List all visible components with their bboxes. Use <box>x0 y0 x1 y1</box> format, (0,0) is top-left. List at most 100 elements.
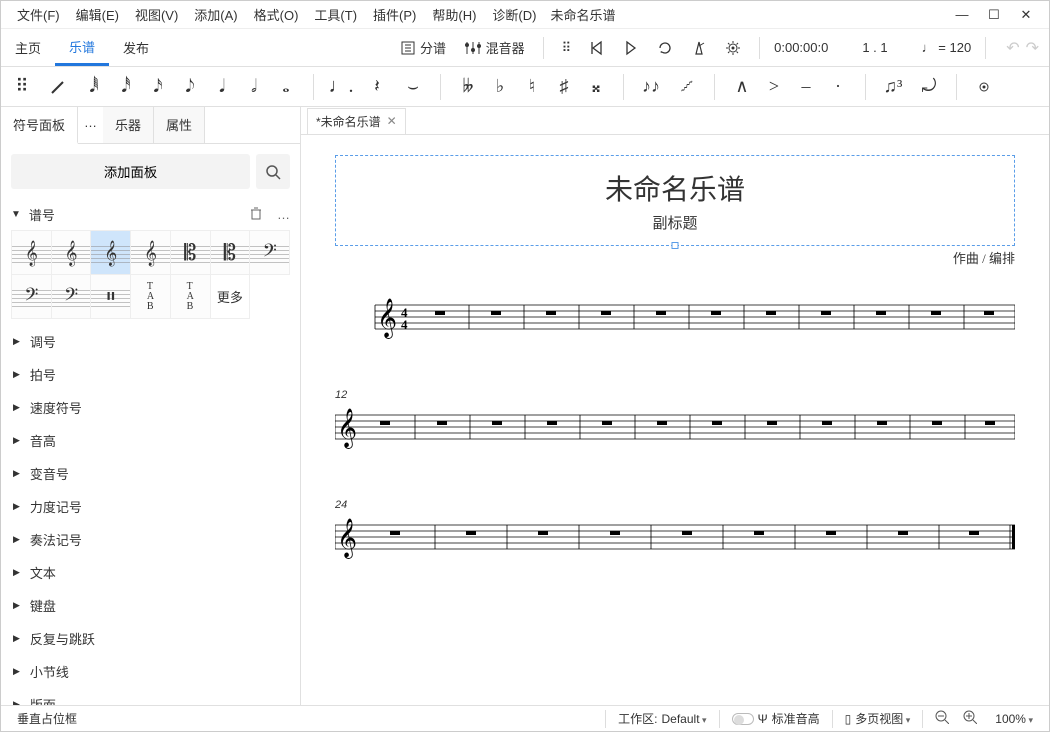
menu-file[interactable]: 文件(F) <box>9 1 68 28</box>
zoom-out-button[interactable] <box>935 710 949 727</box>
clef-treble-8va[interactable]: 𝄞 <box>52 231 92 275</box>
flat-button[interactable]: ♭ <box>485 72 515 102</box>
zoom-level[interactable]: 100% <box>995 712 1033 726</box>
clef-tenor[interactable]: 𝄡 <box>211 231 251 275</box>
flip-button[interactable]: ⤾ <box>914 72 944 102</box>
close-tab-button[interactable]: ✕ <box>387 114 397 128</box>
category-dynamics[interactable]: ▶力度记号 <box>1 490 300 523</box>
playback-settings-button[interactable] <box>721 36 745 60</box>
menu-help[interactable]: 帮助(H) <box>424 1 484 28</box>
toolbar-settings-button[interactable] <box>969 72 999 102</box>
close-button[interactable]: ✕ <box>1019 7 1033 23</box>
zoom-in-button[interactable] <box>963 710 977 727</box>
flip-direction-button[interactable]: ♪♪ <box>636 72 666 102</box>
duration-whole[interactable]: 𝅝 <box>271 72 301 102</box>
accent-button[interactable]: > <box>759 72 789 102</box>
menu-tools[interactable]: 工具(T) <box>306 1 365 28</box>
category-pitch[interactable]: ▶音高 <box>1 424 300 457</box>
concert-pitch-toggle[interactable]: Ψ 标准音高 <box>724 710 828 727</box>
minimize-button[interactable]: — <box>955 7 969 23</box>
category-key-signature[interactable]: ▶调号 <box>1 325 300 358</box>
category-keyboard[interactable]: ▶键盘 <box>1 589 300 622</box>
clef-bass-15[interactable]: 𝄢 <box>52 275 92 319</box>
clef-bass-8vb[interactable]: 𝄢 <box>12 275 52 319</box>
clef-bass[interactable]: 𝄢 <box>250 231 290 275</box>
delete-section-button[interactable] <box>249 206 263 223</box>
tenuto-button[interactable]: – <box>791 72 821 102</box>
section-clef-header[interactable]: ▼ 谱号 … <box>1 199 300 230</box>
grab-handle-icon[interactable]: ⠿ <box>7 72 37 102</box>
resize-handle[interactable] <box>672 242 679 249</box>
category-layout[interactable]: ▶版面 <box>1 688 300 705</box>
parts-button[interactable]: 分谱 <box>396 34 450 61</box>
tab-score[interactable]: 乐谱 <box>55 29 109 66</box>
category-repeats[interactable]: ▶反复与跳跃 <box>1 622 300 655</box>
staff-system-1[interactable]: 𝄞 4 4 <box>335 295 1015 345</box>
add-panel-button[interactable]: 添加面板 <box>11 154 250 189</box>
score-subtitle[interactable]: 副标题 <box>348 212 1002 233</box>
redo-button[interactable]: ↷ <box>1026 38 1039 58</box>
slur-button[interactable]: 𝆱 <box>672 72 702 102</box>
menu-view[interactable]: 视图(V) <box>127 1 186 28</box>
grab-handle-icon[interactable]: ⠿ <box>558 36 576 60</box>
menu-add[interactable]: 添加(A) <box>186 1 245 28</box>
marcato-button[interactable]: ∧ <box>727 72 757 102</box>
score-title[interactable]: 未命名乐谱 <box>348 168 1002 208</box>
clef-percussion[interactable]: 𝄥 <box>91 275 131 319</box>
clef-alto[interactable]: 𝄡 <box>171 231 211 275</box>
sidebar-tab-instruments[interactable]: 乐器 <box>103 107 154 143</box>
rest-button[interactable]: 𝄽 <box>362 72 392 102</box>
workspace-selector[interactable]: 工作区: Default <box>610 710 714 727</box>
menu-edit[interactable]: 编辑(E) <box>68 1 127 28</box>
clef-treble-15[interactable]: 𝄞 <box>131 231 171 275</box>
tuplet-button[interactable]: ♫³ <box>878 72 908 102</box>
category-text[interactable]: ▶文本 <box>1 556 300 589</box>
duration-8th[interactable]: 𝅘𝅥𝅮 <box>175 72 205 102</box>
tab-home[interactable]: 主页 <box>1 29 55 66</box>
duration-half[interactable]: 𝅗𝅥 <box>239 72 269 102</box>
category-accidentals[interactable]: ▶变音号 <box>1 457 300 490</box>
double-flat-button[interactable]: 𝄫 <box>453 72 483 102</box>
mixer-button[interactable]: 混音器 <box>460 34 529 61</box>
duration-16th[interactable]: 𝅘𝅥𝅯 <box>143 72 173 102</box>
maximize-button[interactable]: ☐ <box>987 7 1001 23</box>
sharp-button[interactable]: ♯ <box>549 72 579 102</box>
dot-button[interactable]: ♩. <box>326 72 356 102</box>
menu-diagnostic[interactable]: 诊断(D) <box>484 1 544 28</box>
title-frame[interactable]: 未命名乐谱 副标题 <box>335 155 1015 246</box>
composer-text[interactable]: 作曲 / 编排 <box>335 248 1015 267</box>
menu-plugins[interactable]: 插件(P) <box>365 1 424 28</box>
staccato-button[interactable]: · <box>823 72 853 102</box>
view-mode-selector[interactable]: ▯ 多页视图 <box>837 710 919 727</box>
duration-quarter[interactable]: 𝅘𝅥 <box>207 72 237 102</box>
undo-button[interactable]: ↶ <box>1006 38 1019 58</box>
loop-button[interactable] <box>653 36 677 60</box>
sidebar-tab-properties[interactable]: 属性 <box>154 107 205 143</box>
search-button[interactable] <box>256 154 290 189</box>
double-sharp-button[interactable]: 𝄪 <box>581 72 611 102</box>
menu-format[interactable]: 格式(O) <box>246 1 307 28</box>
clef-tab4[interactable]: TAB <box>131 275 171 319</box>
category-tempo[interactable]: ▶速度符号 <box>1 391 300 424</box>
document-tab[interactable]: *未命名乐谱 ✕ <box>307 108 406 134</box>
clef-more-button[interactable]: 更多 <box>211 275 251 319</box>
sidebar-tab-more[interactable]: … <box>78 107 103 143</box>
category-barlines[interactable]: ▶小节线 <box>1 655 300 688</box>
section-more-button[interactable]: … <box>277 207 290 222</box>
score-canvas[interactable]: 未命名乐谱 副标题 作曲 / 编排 𝄞 <box>301 135 1049 705</box>
staff-system-2[interactable]: 12 𝄞 <box>335 405 1015 455</box>
tab-publish[interactable]: 发布 <box>109 29 163 66</box>
category-time-signature[interactable]: ▶拍号 <box>1 358 300 391</box>
staff-system-3[interactable]: 24 𝄞 <box>335 515 1015 565</box>
natural-button[interactable]: ♮ <box>517 72 547 102</box>
rewind-button[interactable] <box>585 36 609 60</box>
category-articulations[interactable]: ▶奏法记号 <box>1 523 300 556</box>
metronome-button[interactable] <box>687 36 711 60</box>
clef-treble-8vb[interactable]: 𝄞 <box>91 231 131 275</box>
duration-32nd[interactable]: 𝅘𝅥𝅰 <box>111 72 141 102</box>
tie-button[interactable]: ⌣ <box>398 72 428 102</box>
note-input-button[interactable] <box>43 72 73 102</box>
sidebar-tab-palette[interactable]: 符号面板 <box>1 107 78 144</box>
clef-treble[interactable]: 𝄞 <box>12 231 52 275</box>
tempo-display[interactable]: ♩ = 120 <box>922 40 972 55</box>
